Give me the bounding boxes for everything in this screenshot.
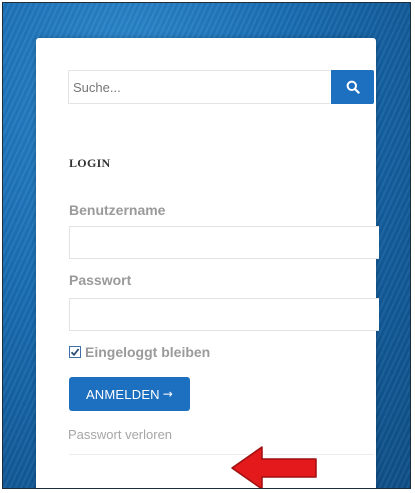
forgot-password-link[interactable]: Passwort verloren xyxy=(68,427,172,442)
login-button-label: ANMELDEN xyxy=(85,386,160,402)
remember-checkbox[interactable] xyxy=(69,346,81,358)
arrow-right-icon: → xyxy=(162,387,174,401)
divider xyxy=(69,454,374,455)
remember-me: Eingeloggt bleiben xyxy=(69,344,210,360)
sidebar-panel: LOGIN Benutzername Passwort Eingeloggt b… xyxy=(36,38,379,488)
checkmark-icon xyxy=(70,348,80,357)
screenshot-frame: LOGIN Benutzername Passwort Eingeloggt b… xyxy=(2,2,411,489)
search-icon xyxy=(346,80,360,94)
search-input[interactable] xyxy=(68,70,330,104)
search-form xyxy=(68,70,374,104)
login-button[interactable]: ANMELDEN → xyxy=(69,377,190,411)
username-field[interactable] xyxy=(69,226,379,259)
username-label: Benutzername xyxy=(69,202,166,218)
login-heading: LOGIN xyxy=(69,156,111,170)
password-label: Passwort xyxy=(69,272,132,288)
search-button[interactable] xyxy=(331,70,374,104)
red-arrow-annotation-icon xyxy=(231,446,317,488)
password-field[interactable] xyxy=(69,298,379,331)
remember-label: Eingeloggt bleiben xyxy=(85,344,211,360)
